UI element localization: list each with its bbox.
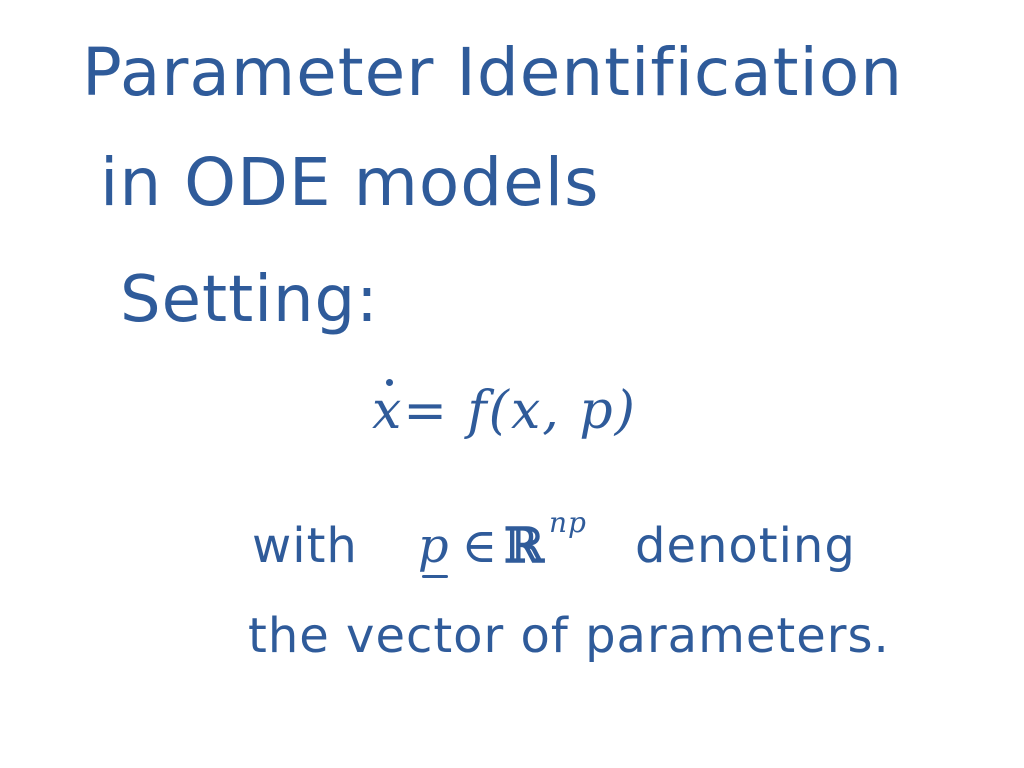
ode-equation: x= f(x, p) xyxy=(372,379,637,441)
with-text: with xyxy=(252,518,358,574)
equation-rhs: = f(x, p) xyxy=(403,381,637,441)
real-numbers-symbol: ℝ xyxy=(504,518,545,574)
dimension-superscript: np xyxy=(549,506,587,539)
description-line-2: the vector of parameters. xyxy=(248,608,890,664)
denoting-text: denoting xyxy=(634,518,856,574)
whiteboard-canvas: Parameter Identification in ODE models S… xyxy=(0,0,1024,768)
setting-heading: Setting: xyxy=(120,263,379,337)
description-line-1: with p ∈ ℝnp denoting xyxy=(252,509,856,578)
title-line-2: in ODE models xyxy=(100,144,600,221)
element-of-symbol: ∈ xyxy=(461,518,499,574)
param-vector-symbol: p xyxy=(417,518,450,578)
title-line-1: Parameter Identification xyxy=(82,34,904,111)
x-dot-symbol: x xyxy=(372,379,404,441)
